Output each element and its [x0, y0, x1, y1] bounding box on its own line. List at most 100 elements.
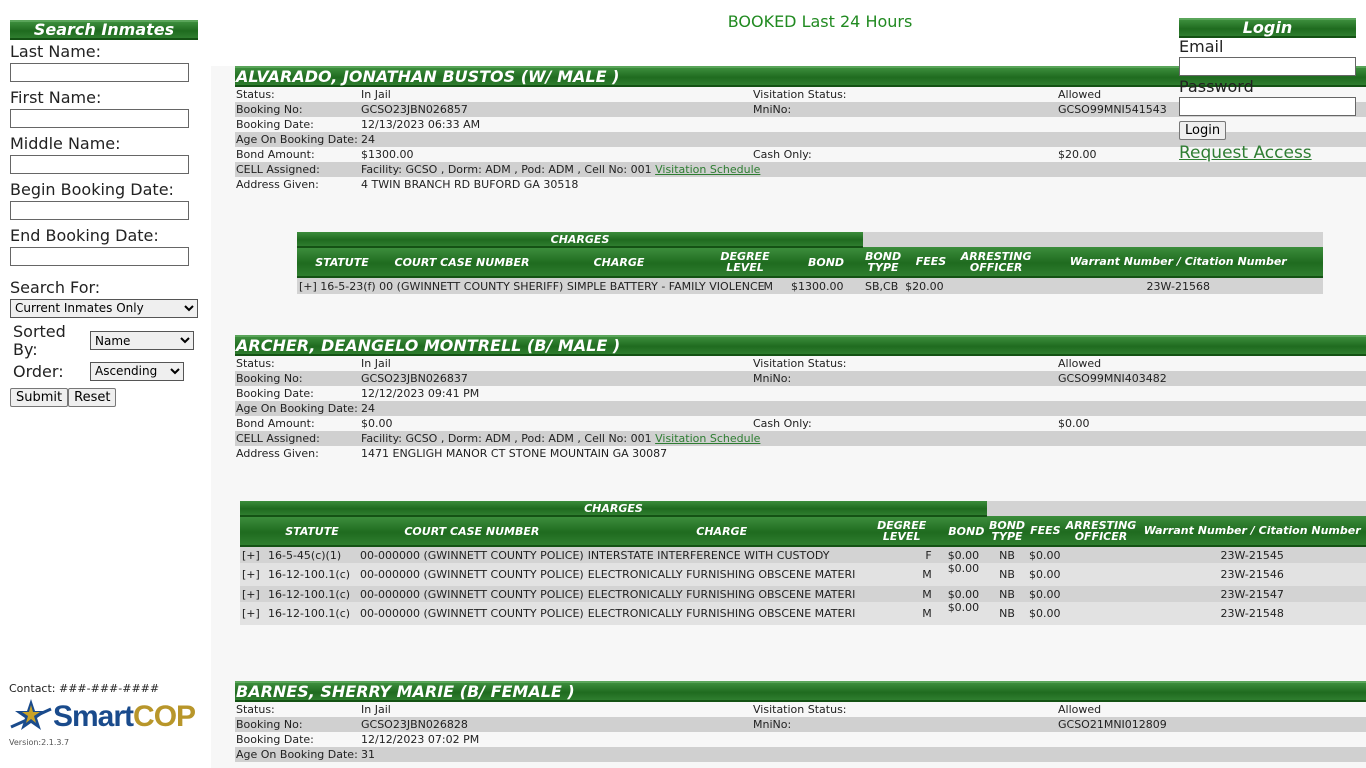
label: Bond Amount:	[236, 417, 315, 430]
col-degree: DEGREE LEVEL	[857, 516, 946, 547]
label: Visitation Status:	[753, 703, 847, 716]
order-select[interactable]: Ascending	[90, 361, 184, 381]
charges-caption: CHARGES	[297, 232, 864, 248]
charge-statute: 16-5-45(c)(1)	[266, 546, 358, 563]
label: Status:	[236, 357, 275, 370]
label: Bond Amount:	[236, 148, 315, 161]
charge-case: 00-000000 (GWINNETT COUNTY POLICE)	[358, 586, 586, 602]
col-statute: STATUTE	[266, 516, 358, 547]
col-officer: ARRESTING OFFICER	[1063, 516, 1139, 547]
charge-degree: M	[857, 602, 946, 625]
end-date-label: End Booking Date:	[10, 226, 159, 245]
charge-row[interactable]: [+] 16-5-45(c)(1) 00-000000 (GWINNETT CO…	[240, 546, 1366, 563]
logo-word-cop: COP	[133, 700, 196, 733]
col-degree: DEGREE LEVEL	[701, 247, 789, 278]
search-panel-title: Search Inmates	[10, 20, 198, 40]
charge-bond-type: SB,CB	[863, 277, 904, 294]
value: GCSO99MNI403482	[1057, 371, 1366, 386]
label: Visitation Status:	[753, 357, 847, 370]
charge-bond-type: NB	[986, 546, 1028, 563]
col-case: COURT CASE NUMBER	[358, 516, 586, 547]
col-warrant: Warrant Number / Citation Number	[1138, 516, 1366, 547]
charge-fees: $20.00	[903, 277, 959, 294]
charge-row[interactable]: [+] 16-12-100.1(c) 00-000000 (GWINNETT C…	[240, 586, 1366, 602]
charge-fees: $0.00	[1027, 602, 1064, 625]
middle-name-input[interactable]	[10, 155, 189, 174]
charge-officer	[958, 277, 1034, 294]
first-name-input[interactable]	[10, 109, 189, 128]
first-name-label: First Name:	[10, 88, 102, 107]
charge-charge: ELECTRONICALLY FURNISHING OBSCENE MATERI	[585, 563, 858, 586]
charges-caption: CHARGES	[240, 501, 987, 517]
charge-degree: M	[857, 563, 946, 586]
submit-button[interactable]: Submit	[10, 387, 69, 407]
label: MniNo:	[752, 102, 1057, 117]
charge-bond: $0.00	[945, 546, 987, 563]
email-input[interactable]	[1179, 57, 1356, 76]
charge-charge: INTERSTATE INTERFERENCE WITH CUSTODY	[585, 546, 858, 563]
password-input[interactable]	[1179, 97, 1356, 116]
value: Allowed	[1058, 357, 1102, 370]
charge-case: 00-000000 (GWINNETT COUNTY POLICE)	[358, 546, 586, 563]
visitation-schedule-link[interactable]: Visitation Schedule	[655, 163, 760, 176]
visitation-schedule-link[interactable]: Visitation Schedule	[655, 432, 760, 445]
value: Allowed	[1058, 703, 1102, 716]
logo-word-smart: Smart	[53, 700, 134, 733]
value: Facility: GCSO , Dorm: ADM , Pod: ADM , …	[361, 163, 652, 176]
col-bond: BOND	[789, 247, 864, 278]
end-date-input[interactable]	[10, 247, 189, 266]
charge-case: 00-000000 (GWINNETT COUNTY POLICE)	[358, 563, 586, 586]
email-label: Email	[1179, 37, 1224, 56]
col-warrant: Warrant Number / Citation Number	[1033, 247, 1323, 278]
charge-prefix: [+]	[240, 546, 266, 563]
contact-text: Contact: ###-###-####	[9, 682, 160, 695]
begin-date-input[interactable]	[10, 201, 189, 220]
charges-table: CHARGES STATUTE COURT CASE NUMBER CHARGE…	[297, 232, 1323, 294]
charge-row[interactable]: [+] 16-5-23(f) 00 (GWINNETT COUNTY SHERI…	[297, 277, 1323, 294]
value: 4 TWIN BRANCH RD BUFORD GA 30518	[361, 178, 579, 191]
begin-date-label: Begin Booking Date:	[10, 180, 174, 199]
inmate-info-table: Status: In Jail Visitation Status: Allowed …	[235, 702, 1366, 762]
value: $0.00	[361, 417, 393, 430]
charge-degree: M	[857, 586, 946, 602]
page-title: BOOKED Last 24 Hours	[727, 12, 913, 31]
search-for-select[interactable]: Current Inmates Only	[10, 298, 198, 318]
value: GCSO23JBN026837	[360, 371, 752, 386]
login-panel: Login Email Password Login Request Acces…	[1179, 18, 1356, 163]
charge-degree: M	[763, 279, 774, 293]
value: 31	[360, 747, 1366, 762]
smartcop-logo: SmartCOP	[9, 697, 196, 737]
reset-button[interactable]: Reset	[68, 387, 117, 407]
label: CELL Assigned:	[235, 162, 360, 177]
charge-charge: ELECTRONICALLY FURNISHING OBSCENE MATERI	[585, 586, 858, 602]
charge-row[interactable]: [+] 16-12-100.1(c) 00-000000 (GWINNETT C…	[240, 602, 1366, 625]
logo-wordmark: SmartCOP	[53, 700, 196, 734]
value: $1300.00	[361, 148, 414, 161]
request-access-link[interactable]: Request Access	[1179, 143, 1356, 163]
label: Cash Only:	[753, 417, 812, 430]
inmate-record: ARCHER, DEANGELO MONTRELL (B/ MALE ) Sta…	[235, 335, 1366, 461]
value: 12/12/2023 09:41 PM	[361, 387, 480, 400]
col-case: COURT CASE NUMBER	[387, 247, 537, 278]
value: In Jail	[361, 88, 391, 101]
col-bond-type: BOND TYPE	[986, 516, 1028, 547]
charge-officer	[1063, 602, 1139, 625]
sorted-by-select[interactable]: Name	[90, 331, 194, 350]
inmate-name: ARCHER, DEANGELO MONTRELL (B/ MALE )	[235, 335, 1366, 356]
inmate-name: BARNES, SHERRY MARIE (B/ FEMALE )	[235, 681, 1366, 702]
charge-warrant: 23W-21545	[1138, 546, 1366, 563]
charge-warrant: 23W-21546	[1138, 563, 1366, 586]
charge-row[interactable]: [+] 16-12-100.1(c) 00-000000 (GWINNETT C…	[240, 563, 1366, 586]
charge-officer	[1063, 563, 1139, 586]
login-button[interactable]: Login	[1179, 121, 1227, 140]
charge-fees: $0.00	[1027, 546, 1064, 563]
col-fees: FEES	[903, 247, 959, 278]
charge-statute: 16-12-100.1(c)	[266, 563, 358, 586]
charge-prefix: [+]	[240, 563, 266, 586]
search-for-label: Search For:	[10, 278, 101, 297]
charge-prefix: [+]	[240, 586, 266, 602]
label: Booking No:	[235, 371, 360, 386]
value: 24	[360, 401, 1366, 416]
last-name-input[interactable]	[10, 63, 189, 82]
inmate-info-table: Status: In Jail Visitation Status: Allowed …	[235, 356, 1366, 461]
